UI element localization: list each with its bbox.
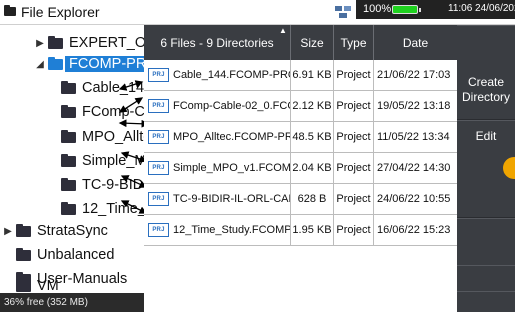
file-name-cell: PRJ 12_Time_Study.FCOMP- [144,215,291,245]
project-file-icon: PRJ [148,68,169,82]
network-icon [335,6,351,18]
file-list: 6 Files - 9 Directories ▲ Size Type Date… [144,25,457,312]
folder-icon [61,177,76,191]
file-type: Project [334,215,374,245]
folder-icon [61,153,76,167]
file-name: TC-9-BIDIR-IL-ORL-CAB [173,193,290,205]
file-date: 16/06/22 15:23 [377,224,451,236]
file-type: Project [334,122,374,152]
tree-item-unbalanced[interactable]: Unbalanced [16,243,114,267]
project-file-icon: PRJ [148,99,169,113]
file-type: Project [334,153,374,183]
sort-ascending-icon: ▲ [279,26,287,35]
file-size: 48.5 KB [291,122,334,152]
divider [457,265,515,266]
file-size: 2.12 KB [291,91,334,121]
folder-icon [16,247,31,261]
column-header-date[interactable]: Date [374,25,457,60]
tree-item-label: StrataSync [37,223,108,239]
file-size: 2.04 KB [291,153,334,183]
folder-icon [61,104,76,118]
file-name-cell: PRJ Simple_MPO_v1.FCOMP [144,153,291,183]
link-arrow [118,97,144,113]
column-header-name[interactable]: 6 Files - 9 Directories [144,25,291,60]
file-row[interactable]: PRJ FComp-Cable-02_0.FCO 2.12 KB Project 19/… [144,91,457,122]
file-name-cell: PRJ TC-9-BIDIR-IL-ORL-CAB [144,184,291,214]
folder-icon [61,129,76,143]
file-row[interactable]: PRJ Simple_MPO_v1.FCOMP 2.04 KB Project 27/0… [144,153,457,184]
file-row[interactable]: PRJ Cable_144.FCOMP-PRO 6.91 KB Project 21/0… [144,60,457,91]
clock: 11:06 24/06/2022 [448,3,515,14]
link-arrow [120,175,144,188]
battery-icon [392,5,421,14]
tree-item-label: Unbalanced [37,247,115,263]
file-type: Project [334,184,374,214]
link-arrow [120,151,144,163]
link-arrow [118,80,144,91]
battery-percent: 100% [363,3,392,15]
file-name: Simple_MPO_v1.FCOMP [173,162,290,174]
action-panel: Create Directory Edit [457,25,515,312]
project-file-icon: PRJ [148,192,169,206]
folder-icon [16,223,31,237]
project-file-icon: PRJ [148,130,169,144]
file-name: 12_Time_Study.FCOMP- [173,224,290,236]
file-size: 1.95 KB [291,215,334,245]
tree-item-stratasync[interactable]: ▶ StrataSync [3,219,108,243]
create-directory-button[interactable]: Create Directory [457,25,515,120]
folder-icon [61,201,76,215]
file-name-cell: PRJ Cable_144.FCOMP-PRO [144,60,291,90]
file-type: Project [334,60,374,90]
chevron-down-icon[interactable]: ◢ [35,59,45,70]
file-row[interactable]: PRJ TC-9-BIDIR-IL-ORL-CAB 628 B Project 24/0… [144,184,457,215]
project-file-icon: PRJ [148,223,169,237]
link-arrow [120,200,144,214]
folder-icon [48,35,63,49]
file-name: Cable_144.FCOMP-PRO [173,69,290,81]
file-name-cell: PRJ MPO_Alltec.FCOMP-PRO [144,122,291,152]
title-bar: File Explorer 100% 11:06 24/06/2022 [0,0,515,25]
file-list-header: 6 Files - 9 Directories ▲ Size Type Date [144,25,457,60]
file-name: FComp-Cable-02_0.FCO [173,100,290,112]
file-date: 21/06/22 17:03 [377,69,451,81]
chevron-right-icon[interactable]: ▶ [3,226,13,237]
project-file-icon: PRJ [148,161,169,175]
file-size: 628 B [291,184,334,214]
chevron-right-icon[interactable]: ▶ [35,38,45,49]
folder-icon [4,5,16,16]
tree-item-label: VM [37,278,59,294]
folder-icon [61,80,76,94]
file-row[interactable]: PRJ 12_Time_Study.FCOMP- 1.95 KB Project 16/… [144,215,457,246]
link-arrows [118,80,144,214]
file-date: 24/06/22 10:55 [377,193,451,205]
file-row[interactable]: PRJ MPO_Alltec.FCOMP-PRO 48.5 KB Project 11/… [144,122,457,153]
file-name: MPO_Alltec.FCOMP-PRO [173,131,290,143]
app-title: File Explorer [21,4,100,20]
column-header-type[interactable]: Type [334,25,374,60]
tree-item-vm[interactable]: VM [16,274,59,298]
link-arrow [118,119,144,128]
status-strip: 100% 11:06 24/06/2022 [356,0,515,19]
divider [457,291,515,292]
file-date: 19/05/22 13:18 [377,100,451,112]
folder-open-icon [48,56,63,70]
divider [457,218,515,219]
file-size: 6.91 KB [291,60,334,90]
folder-icon [16,278,31,292]
file-date: 11/05/22 13:34 [377,131,450,143]
file-type: Project [334,91,374,121]
file-name-cell: PRJ FComp-Cable-02_0.FCO [144,91,291,121]
column-header-size[interactable]: Size [291,25,334,60]
file-date: 27/04/22 14:30 [377,162,451,174]
